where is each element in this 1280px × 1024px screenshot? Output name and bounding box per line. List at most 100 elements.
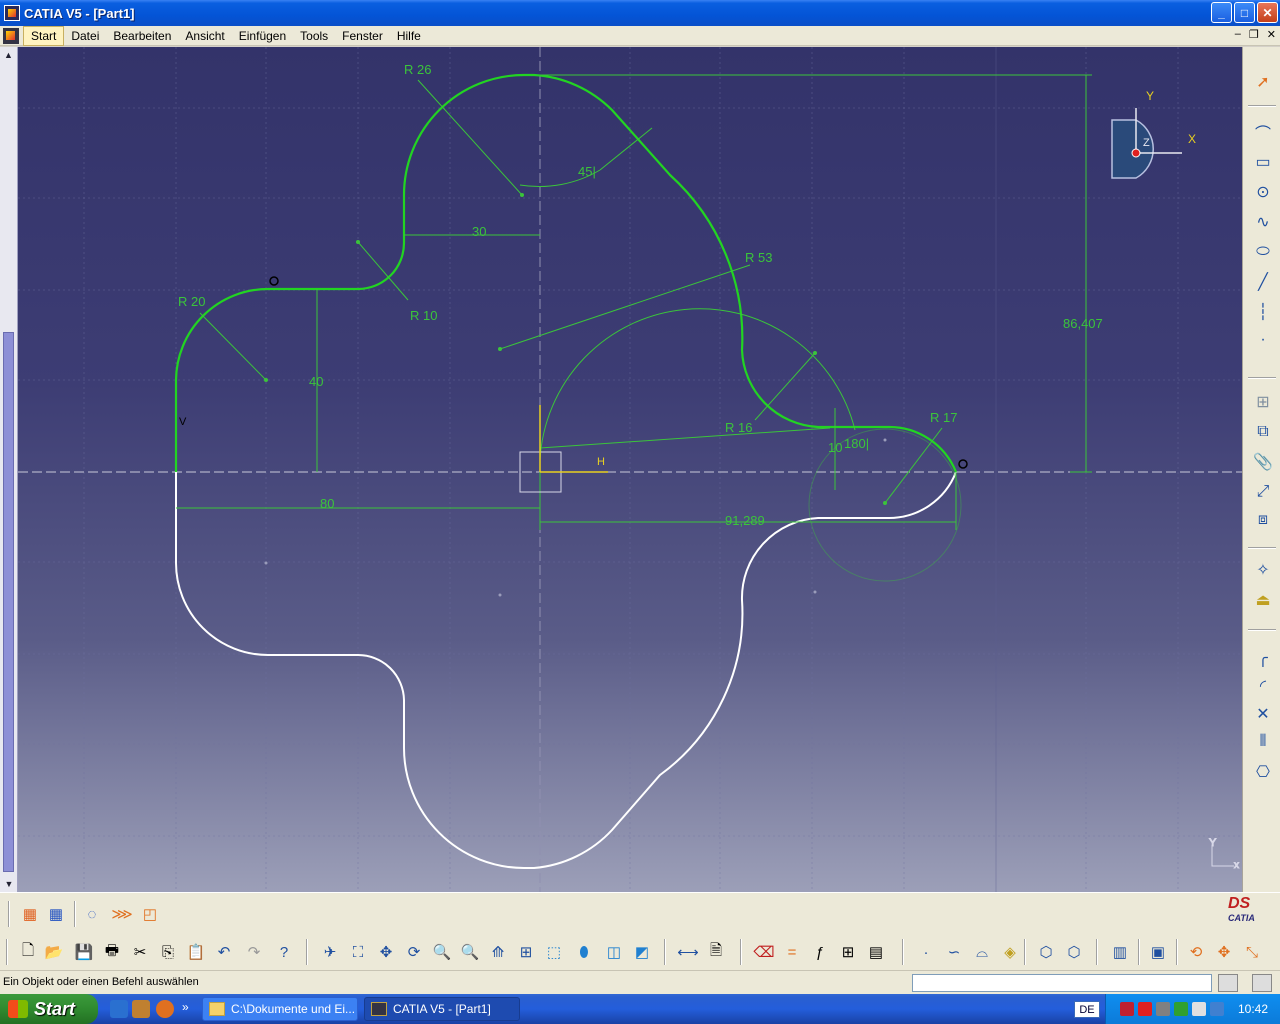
dim-80[interactable]: 80 [320, 496, 334, 511]
quicklaunch-more[interactable]: » [182, 1000, 189, 1014]
language-indicator[interactable]: DE [1074, 1001, 1100, 1018]
menu-hilfe[interactable]: Hilfe [390, 27, 428, 45]
rectangle-icon[interactable]: ▭ [1252, 151, 1274, 173]
mdi-close-button[interactable]: ✕ [1267, 28, 1276, 41]
animate-constraint-icon[interactable]: ⧈ [1252, 509, 1274, 531]
save-icon[interactable]: 💾 [72, 940, 96, 964]
menu-datei[interactable]: Datei [64, 27, 106, 45]
geometric-constraints-icon[interactable]: ◌ [80, 902, 104, 926]
mirror-icon[interactable]: ⫴ [1252, 731, 1274, 753]
formula-icon[interactable]: ƒ [808, 940, 832, 964]
dim-10[interactable]: 10 [828, 440, 842, 455]
snap-to-point-icon[interactable]: ▦ [18, 902, 42, 926]
scale-tool-icon[interactable]: ⤡ [1240, 940, 1264, 964]
pan-icon[interactable]: ✥ [374, 940, 398, 964]
scroll-up-arrow-icon[interactable]: ▲ [0, 47, 17, 63]
catalog-icon[interactable]: ▥ [1108, 940, 1132, 964]
surface-tool-icon[interactable]: ⌓ [970, 940, 994, 964]
view-back-icon[interactable]: ⬡ [1062, 940, 1086, 964]
select-arrow-icon[interactable]: ➚ [1252, 71, 1274, 93]
command-input[interactable] [912, 974, 1212, 992]
menu-tools[interactable]: Tools [293, 27, 335, 45]
dim-r20[interactable]: R 20 [178, 294, 205, 309]
table-icon[interactable]: ▤ [864, 940, 888, 964]
menu-ansicht[interactable]: Ansicht [178, 27, 231, 45]
profile-icon[interactable]: ⌒ [1252, 121, 1274, 143]
dim-91289[interactable]: 91,289 [725, 513, 765, 528]
sketch-solving-icon[interactable]: ◰ [138, 902, 162, 926]
dim-r10[interactable]: R 10 [410, 308, 437, 323]
dim-30[interactable]: 30 [472, 224, 486, 239]
point-icon[interactable]: · [1252, 329, 1274, 351]
catia-menu-icon[interactable] [3, 27, 19, 44]
rotate-tool-icon[interactable]: ⟲ [1184, 940, 1208, 964]
quicklaunch-ie-icon[interactable] [110, 1000, 128, 1018]
catia-app-icon[interactable] [4, 5, 20, 21]
mdi-restore-button[interactable]: ❐ [1249, 28, 1259, 41]
new-file-icon[interactable]: 🗋 [16, 940, 40, 964]
paperclip-icon[interactable]: 📎 [1252, 451, 1274, 473]
curve-tool-icon[interactable]: ∽ [942, 940, 966, 964]
open-file-icon[interactable]: 📂 [42, 940, 66, 964]
status-button-1[interactable] [1218, 974, 1238, 992]
shading-icon[interactable]: ⬮ [572, 940, 596, 964]
dimensional-constraints-icon[interactable]: ⋙ [110, 902, 134, 926]
task-catia[interactable]: CATIA V5 - [Part1] [364, 997, 520, 1021]
chamfer-icon[interactable]: ◜ [1252, 675, 1274, 697]
construction-geometry-icon[interactable]: ▦ [44, 902, 68, 926]
tray-icon-5[interactable] [1192, 1002, 1206, 1016]
hide-show-icon[interactable]: ◫ [602, 940, 626, 964]
cut-icon[interactable]: ✂ [128, 940, 152, 964]
dim-86407[interactable]: 86,407 [1063, 316, 1103, 331]
normal-view-icon[interactable]: ⟰ [486, 940, 510, 964]
swap-space-icon[interactable]: ◩ [630, 940, 654, 964]
start-button[interactable]: Start [0, 994, 98, 1024]
scroll-down-arrow-icon[interactable]: ▼ [0, 876, 18, 892]
print-icon[interactable]: 🖶 [100, 940, 124, 964]
circle-icon[interactable]: ⊙ [1252, 181, 1274, 203]
mdi-minimize-button[interactable]: – [1235, 28, 1241, 41]
trim-icon[interactable]: ✕ [1252, 703, 1274, 725]
dim-r26[interactable]: R 26 [404, 62, 431, 77]
quicklaunch-firefox-icon[interactable] [156, 1000, 174, 1018]
dim-angle45[interactable]: 45| [578, 164, 596, 179]
equal-icon[interactable]: = [780, 940, 804, 964]
axis-icon[interactable]: ┆ [1252, 301, 1274, 323]
dim-r53[interactable]: R 53 [745, 250, 772, 265]
zoom-in-icon[interactable]: 🔍 [430, 940, 454, 964]
dim-r16[interactable]: R 16 [725, 420, 752, 435]
tray-icon-6[interactable] [1210, 1002, 1224, 1016]
corner-icon[interactable]: ╭ [1252, 647, 1274, 669]
dim-angle180[interactable]: 180| [844, 436, 869, 451]
close-button[interactable]: ✕ [1257, 2, 1278, 23]
project-3d-icon[interactable]: ⎔ [1252, 761, 1274, 783]
measure-between-icon[interactable]: ⟷ [676, 940, 700, 964]
tray-icon-1[interactable] [1120, 1002, 1134, 1016]
iso-view-icon[interactable]: ⬚ [542, 940, 566, 964]
copy-icon[interactable]: ⎘ [156, 940, 180, 964]
sketch-analysis-icon[interactable]: ✧ [1252, 559, 1274, 581]
mirrored-profile[interactable] [175, 471, 957, 869]
sketch-svg[interactable]: H V R 26 45| 30 R 53 R 10 R 20 40 86,407… [18, 47, 1242, 892]
scroll-thumb[interactable] [3, 332, 14, 872]
sketch-profile[interactable] [174, 73, 958, 473]
undo-icon[interactable]: ↶ [212, 940, 236, 964]
spline-icon[interactable]: ∿ [1252, 211, 1274, 233]
dim-40[interactable]: 40 [309, 374, 323, 389]
menu-bearbeiten[interactable]: Bearbeiten [106, 27, 178, 45]
measure-item-icon[interactable]: 🗎 [704, 940, 728, 964]
point-tool-icon[interactable]: · [914, 940, 938, 964]
multi-view-icon[interactable]: ⊞ [514, 940, 538, 964]
knowledge-icon[interactable]: ⊞ [836, 940, 860, 964]
sketch-icon[interactable]: ⌫ [752, 940, 776, 964]
exit-workbench-icon[interactable]: ⏏ [1252, 589, 1274, 611]
line-icon[interactable]: ╱ [1252, 271, 1274, 293]
redo-icon[interactable]: ↷ [242, 940, 266, 964]
tray-icon-3[interactable] [1156, 1002, 1170, 1016]
zoom-out-icon[interactable]: 🔍 [458, 940, 482, 964]
help-icon[interactable]: ? [272, 940, 296, 964]
task-explorer[interactable]: C:\Dokumente und Ei... [202, 997, 358, 1021]
menu-start[interactable]: Start [23, 25, 65, 46]
quicklaunch-app-icon[interactable] [132, 1000, 150, 1018]
tray-icon-4[interactable] [1174, 1002, 1188, 1016]
